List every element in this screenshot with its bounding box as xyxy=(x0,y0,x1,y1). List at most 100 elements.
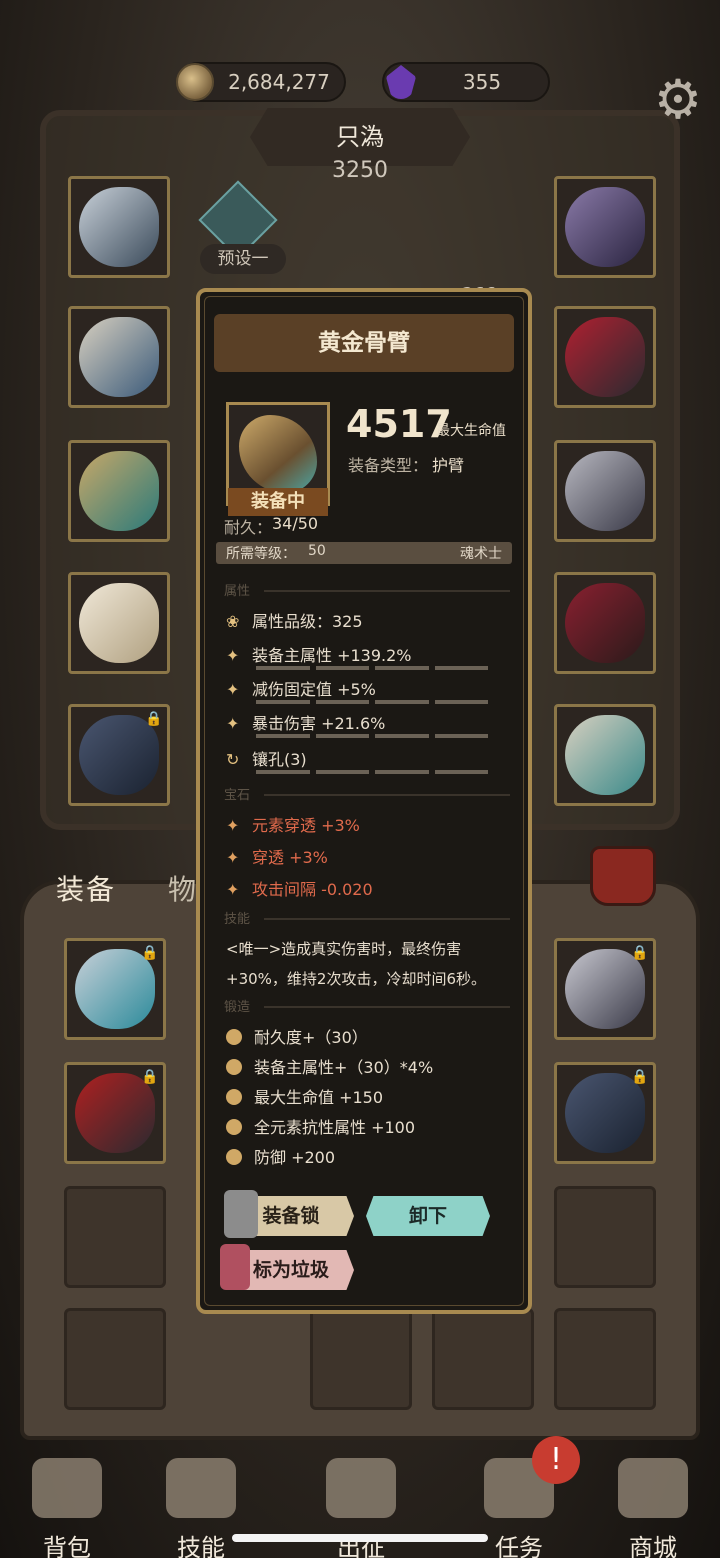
currency-bar: 2,684,277 355 xyxy=(0,58,720,106)
section-skill: 技能 xyxy=(224,908,510,928)
forge-row: 最大生命值 +150 xyxy=(226,1084,516,1108)
durability-label: 耐久： xyxy=(224,518,273,537)
lock-icon: 🔒 xyxy=(141,1069,159,1085)
empty-slot[interactable] xyxy=(554,1308,656,1410)
gem-text: 穿透 +3% xyxy=(252,848,328,867)
main-stat-label: 最大生命值 xyxy=(436,423,506,439)
tab-equipment[interactable]: 装备 xyxy=(56,868,116,908)
gem-row: ✦ 穿透 +3% xyxy=(226,844,516,868)
equip-slot-bow[interactable] xyxy=(554,572,656,674)
attribute-grade-text: 属性品级：325 xyxy=(252,612,363,631)
leg-armor-icon xyxy=(79,583,159,663)
equip-slot-amulet[interactable] xyxy=(554,306,656,408)
dot-icon xyxy=(226,1149,242,1165)
dot-icon xyxy=(226,1119,242,1135)
gold-value: 2,684,277 xyxy=(228,70,330,94)
item-title: 黄金骨臂 xyxy=(214,314,514,372)
requirement-bar: 所需等级： 50 魂术士 xyxy=(216,542,512,564)
gem-text: 攻击间隔 -0.020 xyxy=(252,880,373,899)
empty-slot[interactable] xyxy=(432,1308,534,1410)
equip-type-label: 装备类型： xyxy=(348,456,429,475)
gem-text: 元素穿透 +3% xyxy=(252,816,360,835)
attribute-text: 暴击伤害 +21.6% xyxy=(252,714,386,733)
preset-button[interactable]: 预设一 xyxy=(200,244,286,274)
gold-counter: 2,684,277 xyxy=(176,62,346,102)
gem-row: ✦ 元素穿透 +3% xyxy=(226,812,516,836)
equip-type-value: 护臂 xyxy=(432,456,465,475)
nav-bag[interactable]: 背包 xyxy=(12,1450,122,1558)
weapon-icon xyxy=(565,187,645,267)
equip-slot-boots[interactable]: 🔒 xyxy=(68,704,170,806)
gear-icon[interactable]: ⚙ xyxy=(650,72,706,128)
home-indicator[interactable] xyxy=(232,1534,488,1542)
bag-item[interactable]: 🔒 xyxy=(64,938,166,1040)
padlock-icon xyxy=(224,1190,258,1238)
roll-bars xyxy=(256,770,488,774)
skill-description: <唯一>造成真实伤害时，最终伤害+30%，维持2次攻击，冷却时间6秒。 xyxy=(226,940,486,988)
empty-slot[interactable] xyxy=(310,1308,412,1410)
required-level-value: 50 xyxy=(308,543,326,559)
section-gems: 宝石 xyxy=(224,784,510,804)
bag-item[interactable]: 🔒 xyxy=(64,1062,166,1164)
book-icon xyxy=(166,1458,236,1518)
tab-items[interactable]: 物 xyxy=(168,868,196,908)
lock-icon: 🔒 xyxy=(631,945,649,961)
bow-icon xyxy=(565,583,645,663)
equip-slot-legs[interactable] xyxy=(68,572,170,674)
forge-text: 最大生命值 +150 xyxy=(254,1088,384,1107)
forge-row: 耐久度+（30） xyxy=(226,1024,516,1048)
bag-item[interactable]: 🔒 xyxy=(554,938,656,1040)
ring-icon xyxy=(565,451,645,531)
bag-item[interactable]: 🔒 xyxy=(554,1062,656,1164)
trash-can-icon[interactable] xyxy=(590,846,656,906)
bracer-icon xyxy=(79,451,159,531)
purple-crystal-icon xyxy=(386,65,416,99)
required-class: 魂术士 xyxy=(460,546,502,562)
trash-icon xyxy=(220,1244,250,1290)
nav-label: 商城 xyxy=(629,1534,677,1558)
attribute-row: ✦ 暴击伤害 +21.6% xyxy=(226,710,516,734)
item-tooltip: 黄金骨臂 装备中 4517 最大生命值 装备类型： 护臂 耐久： 34/50 所… xyxy=(196,288,532,1314)
star-icon: ✦ xyxy=(226,646,240,665)
dot-icon xyxy=(226,1059,242,1075)
nav-label: 技能 xyxy=(177,1534,225,1558)
equip-slot-ring[interactable] xyxy=(554,440,656,542)
helmet-icon xyxy=(79,187,159,267)
shop-icon xyxy=(618,1458,688,1518)
lotus-icon: ❀ xyxy=(226,612,240,631)
chest-armor-icon xyxy=(79,317,159,397)
star-icon: ✦ xyxy=(226,680,240,699)
attribute-text: 减伤固定值 +5% xyxy=(252,680,376,699)
equip-slot-helmet[interactable] xyxy=(68,176,170,278)
forge-row: 装备主属性+（30）*4% xyxy=(226,1054,516,1078)
gold-coin-icon xyxy=(176,63,214,101)
equip-slot-relic[interactable] xyxy=(554,704,656,806)
lock-icon: 🔒 xyxy=(145,711,163,727)
star-icon: ✦ xyxy=(226,880,240,899)
dot-icon xyxy=(226,1029,242,1045)
forge-text: 防御 +200 xyxy=(254,1148,336,1167)
gem-value: 355 xyxy=(462,70,502,94)
equipped-tag: 装备中 xyxy=(228,488,328,516)
attribute-text: 装备主属性 +139.2% xyxy=(252,646,412,665)
empty-slot[interactable] xyxy=(64,1308,166,1410)
dot-icon xyxy=(226,1089,242,1105)
equip-slot-weapon[interactable] xyxy=(554,176,656,278)
star-icon: ✦ xyxy=(226,714,240,733)
unequip-button[interactable]: 卸下 xyxy=(366,1196,490,1236)
alert-icon: ! xyxy=(532,1436,580,1484)
nav-label: 任务 xyxy=(495,1534,543,1558)
empty-slot[interactable] xyxy=(64,1186,166,1288)
empty-slot[interactable] xyxy=(554,1186,656,1288)
roll-bars xyxy=(256,666,488,670)
nav-shop[interactable]: 商城 xyxy=(598,1450,708,1558)
attribute-grade: ❀ 属性品级：325 xyxy=(226,608,516,632)
roll-bars xyxy=(256,734,488,738)
durability-value: 34/50 xyxy=(272,514,319,533)
equip-slot-chest[interactable] xyxy=(68,306,170,408)
socket-text: 镶孔(3) xyxy=(252,750,307,769)
amulet-icon xyxy=(565,317,645,397)
forge-text: 耐久度+（30） xyxy=(254,1028,368,1047)
equip-slot-bracer[interactable] xyxy=(68,440,170,542)
socket-row: ↻ 镶孔(3) xyxy=(226,746,516,770)
